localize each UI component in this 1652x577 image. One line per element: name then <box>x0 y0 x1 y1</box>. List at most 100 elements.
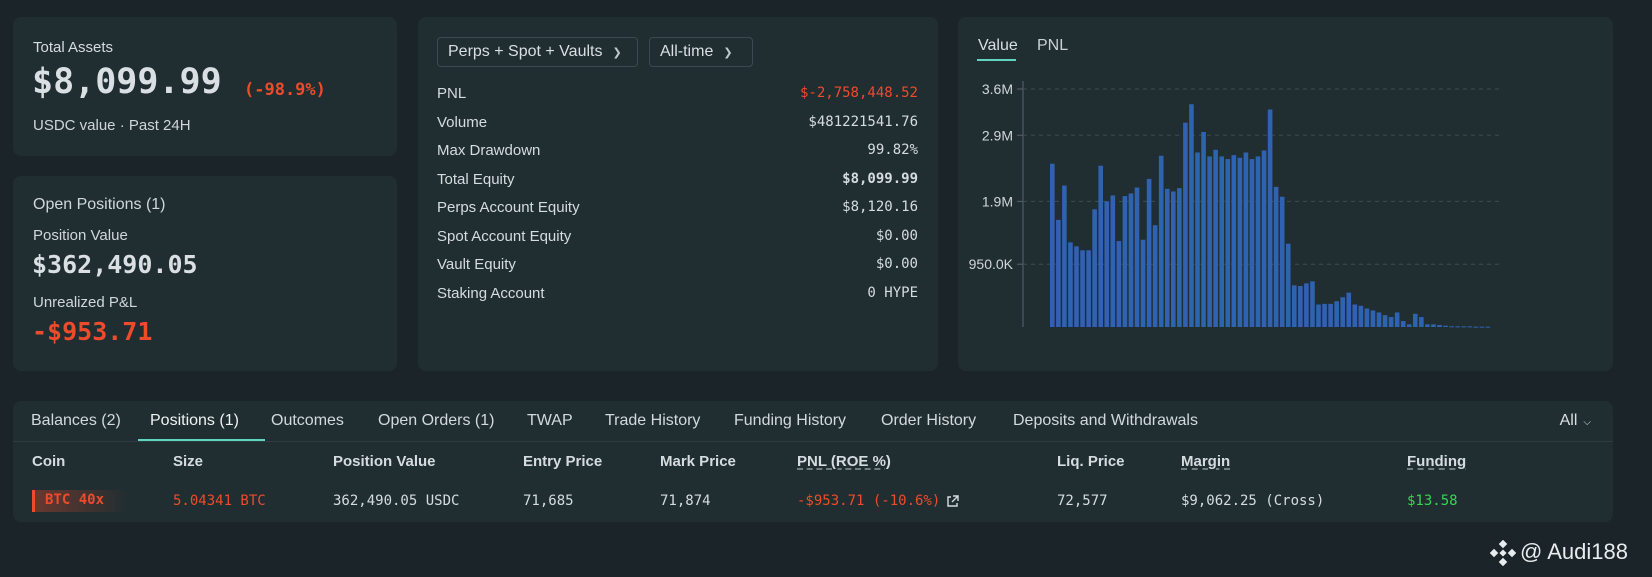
chart-bar <box>1207 156 1212 327</box>
stat-label: Volume <box>437 113 488 131</box>
scope-dropdown[interactable]: Perps + Spot + Vaults ❯ <box>437 37 638 67</box>
position-value: $362,490.05 <box>32 250 198 279</box>
stat-label: Perps Account Equity <box>437 199 580 216</box>
chart-bar <box>1237 157 1243 327</box>
chart-bar <box>1183 122 1188 327</box>
chart-bar <box>1328 303 1333 327</box>
stat-value: 99.82% <box>867 142 918 158</box>
size-cell: 5.04341 BTC <box>173 493 266 509</box>
column-pnl-roe[interactable]: PNL (ROE %) <box>797 453 891 470</box>
tab-balances[interactable]: Balances (2) <box>31 412 121 430</box>
chart-bar <box>1261 150 1267 327</box>
stat-row: Max Drawdown 99.82% <box>437 142 918 164</box>
column-liq-price[interactable]: Liq. Price <box>1057 453 1125 470</box>
chart-bar <box>1158 155 1164 327</box>
chevron-down-icon: ❯ <box>723 46 733 59</box>
open-positions-title: Open Positions (1) <box>33 196 166 213</box>
chart-bar <box>1449 326 1454 328</box>
position-value-cell: 362,490.05 USDC <box>333 493 460 509</box>
tab-funding-history[interactable]: Funding History <box>734 412 846 430</box>
chart-bar <box>1086 250 1091 327</box>
stat-value: $0.00 <box>875 256 918 272</box>
chart-bar <box>1473 326 1479 328</box>
column-mark-price[interactable]: Mark Price <box>660 453 736 470</box>
stat-row: PNL $-2,758,448.52 <box>437 85 918 107</box>
chart-bar <box>1249 159 1255 327</box>
chart-bar <box>1413 313 1418 327</box>
unrealized-pnl-value: -$953.71 <box>32 317 153 346</box>
tab-outcomes[interactable]: Outcomes <box>271 412 344 430</box>
tab-open-orders[interactable]: Open Orders (1) <box>378 412 494 430</box>
chart-bar <box>1267 109 1273 328</box>
column-margin[interactable]: Margin <box>1181 453 1230 470</box>
watermark: @ Audi188 <box>1489 539 1628 567</box>
external-link-icon[interactable] <box>946 494 959 508</box>
chart-bar <box>1171 191 1176 327</box>
chart-bar <box>1376 312 1382 327</box>
chart-bar <box>1382 315 1388 327</box>
stat-row: Spot Account Equity $0.00 <box>437 228 918 250</box>
active-tab-indicator <box>138 439 265 441</box>
chart-bar <box>1485 326 1491 328</box>
chart-bar <box>1092 209 1097 327</box>
chart-bar <box>1273 186 1279 327</box>
chart-bar <box>1164 188 1170 327</box>
stat-row: Vault Equity $0.00 <box>437 256 918 278</box>
stat-label: Staking Account <box>437 284 545 302</box>
column-entry-price[interactable]: Entry Price <box>523 453 602 470</box>
stat-label: PNL <box>437 85 467 102</box>
filter-dropdown[interactable]: All ⌵ <box>1560 412 1591 430</box>
stat-row: Staking Account 0 HYPE <box>437 285 918 307</box>
tab-positions[interactable]: Positions (1) <box>150 412 239 430</box>
stat-label: Total Equity <box>437 170 515 188</box>
chart-bar <box>1316 304 1321 327</box>
chart-bar <box>1437 325 1442 327</box>
chart-bar <box>1406 324 1412 327</box>
chart-bar <box>1279 196 1285 327</box>
chart-bar <box>1134 187 1140 327</box>
tab-order-history[interactable]: Order History <box>881 412 976 430</box>
chevron-down-icon: ❯ <box>612 46 622 59</box>
chart-bar <box>1370 310 1376 327</box>
column-position-value[interactable]: Position Value <box>333 453 436 470</box>
chart-bar <box>1050 163 1055 327</box>
chart-bar <box>1195 152 1200 327</box>
column-size[interactable]: Size <box>173 453 203 470</box>
chart-bar <box>1201 131 1206 327</box>
funding-cell: $13.58 <box>1407 493 1458 509</box>
chart-bar <box>1140 239 1146 327</box>
chart-bar <box>1310 281 1315 327</box>
chart-bar <box>1467 326 1473 328</box>
tab-trade-history[interactable]: Trade History <box>605 412 700 430</box>
scope-dropdown-label: Perps + Spot + Vaults <box>448 43 603 60</box>
total-assets-subtitle: USDC value · Past 24H <box>33 117 191 134</box>
position-value-label: Position Value <box>33 227 128 244</box>
time-range-dropdown[interactable]: All-time ❯ <box>649 37 753 67</box>
total-assets-change: (-98.9%) <box>244 80 326 100</box>
chart-bar <box>1292 285 1297 327</box>
stat-row: Total Equity $8,099.99 <box>437 171 918 193</box>
tab-twap[interactable]: TWAP <box>527 412 573 430</box>
value-bar-chart: 3.6M 2.9M 1.9M 950.0K <box>969 81 1503 328</box>
chart-bar <box>1388 317 1394 327</box>
chart-bar <box>1425 324 1430 327</box>
chart-bar <box>1189 104 1194 328</box>
mark-price-cell: 71,874 <box>660 493 711 509</box>
tab-deposits-and-withdrawals[interactable]: Deposits and Withdrawals <box>1013 412 1198 430</box>
stat-row: Volume $481221541.76 <box>437 114 918 136</box>
stat-value: 0 HYPE <box>867 284 918 301</box>
total-assets-panel: Total Assets $8,099.99 (-98.9%) USDC val… <box>13 17 397 156</box>
chart-bar <box>1062 185 1067 327</box>
portfolio-chart-panel: Value PNL 3.6M 2.9M 1.9M 950.0K <box>958 17 1613 371</box>
column-coin[interactable]: Coin <box>32 453 65 470</box>
stat-value: $8,099.99 <box>842 170 918 187</box>
stat-row: Perps Account Equity $8,120.16 <box>437 199 918 221</box>
column-funding[interactable]: Funding <box>1407 453 1466 470</box>
stat-label: Max Drawdown <box>437 142 541 159</box>
chart-bar <box>1364 308 1370 327</box>
chart-bar <box>1231 155 1237 327</box>
chart-bar <box>1152 225 1158 327</box>
chart-bar <box>1225 159 1231 327</box>
chart-bar <box>1298 286 1303 327</box>
coin-cell[interactable]: BTC 40x <box>32 490 127 512</box>
